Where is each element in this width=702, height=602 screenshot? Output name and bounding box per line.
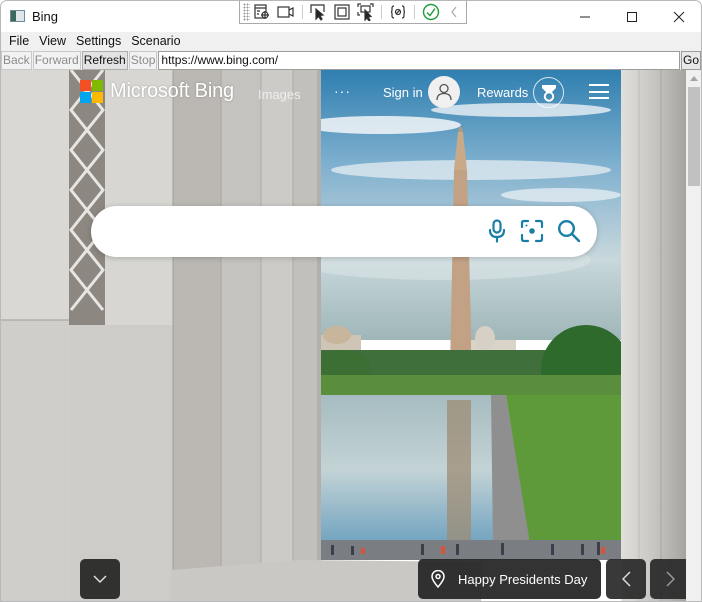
chevron-down-icon [93,575,107,583]
hamburger-menu-button[interactable] [589,84,609,99]
select-pointer-icon[interactable] [307,2,329,22]
menu-view[interactable]: View [39,34,66,48]
search-icon[interactable] [556,218,582,244]
menu-file[interactable]: File [9,34,29,48]
address-bar[interactable]: https://www.bing.com/ [158,50,680,70]
inspect-element-icon[interactable] [251,2,273,22]
check-circle-icon[interactable] [420,2,442,22]
chevron-right-icon [665,571,675,587]
menu-line [589,84,609,86]
title-bar: Bing [1,1,701,32]
rewards-link[interactable]: Rewards [477,85,528,100]
microphone-icon[interactable] [484,218,510,244]
devtools-toolbar [239,1,467,24]
window-title: Bing [32,9,59,24]
navigation-bar: Back Forward Refresh Stop https://www.bi… [1,50,701,70]
web-content: Microsoft Bing Images ··· Sign in Reward… [1,70,686,601]
menu-scenario[interactable]: Scenario [131,34,180,48]
brand-name: Microsoft Bing [110,80,234,102]
previous-image-button[interactable] [606,559,646,599]
stop-button[interactable]: Stop [128,50,158,70]
drag-handle[interactable] [243,3,251,21]
toolbar-divider [301,5,303,19]
maximize-button[interactable] [609,1,655,32]
next-image-button[interactable] [650,559,686,599]
background-photo [1,70,686,601]
maximize-icon [627,11,637,22]
search-input[interactable] [111,218,471,244]
location-pin-icon [431,570,445,588]
chevron-left-icon [621,571,631,587]
profile-avatar[interactable] [428,76,460,108]
code-braces-icon[interactable] [387,2,409,22]
medal-icon [541,84,556,102]
minimize-icon [580,16,590,17]
scroll-down-button[interactable] [80,559,120,599]
chevron-left-icon[interactable] [443,2,465,22]
box-frame-icon[interactable] [331,2,353,22]
go-button[interactable]: Go [681,50,701,70]
app-icon [10,10,25,22]
visual-search-icon[interactable] [519,218,545,244]
sign-in-link[interactable]: Sign in [383,85,423,100]
search-box [91,206,597,257]
toolbar-divider [413,5,415,19]
close-button[interactable] [656,1,701,32]
forward-button[interactable]: Forward [32,50,81,70]
close-icon [673,11,685,22]
caption-text: Happy Presidents Day [458,571,588,587]
menu-settings[interactable]: Settings [76,34,121,48]
back-button[interactable]: Back [1,50,32,70]
nav-images-link[interactable]: Images [258,87,301,102]
scrollbar-thumb[interactable] [688,87,700,186]
scroll-up-arrow-icon[interactable] [690,76,698,81]
menu-bar: File View Settings Scenario [1,32,701,50]
minimize-button[interactable] [562,1,608,32]
rewards-medal-button[interactable] [533,77,564,108]
menu-line [589,97,609,99]
user-icon [436,83,452,101]
screen-select-icon[interactable] [355,2,377,22]
toolbar-divider [381,5,383,19]
refresh-button[interactable]: Refresh [81,50,128,70]
more-menu-button[interactable]: ··· [334,83,351,99]
video-record-icon[interactable] [275,2,297,22]
microsoft-logo-icon [80,80,103,103]
browser-window: Bing File View Settings Scenario Back Fo… [0,0,702,602]
bing-logo[interactable]: Microsoft Bing [80,80,234,103]
vertical-scrollbar[interactable] [686,70,701,601]
menu-line [589,90,609,93]
image-caption-button[interactable]: Happy Presidents Day [418,559,601,599]
